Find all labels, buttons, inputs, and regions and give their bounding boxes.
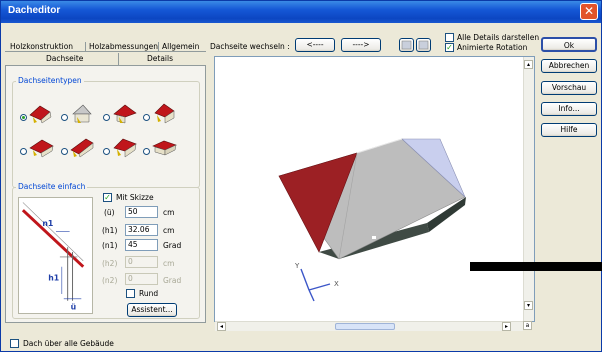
sketch-label-n1: n1 [42,219,53,228]
sketch-label-u: ü [71,303,77,312]
view-toggle-1-icon[interactable] [399,38,414,52]
roof-type-icon-7[interactable] [111,136,139,158]
roof-type-icon-1[interactable] [28,102,56,124]
title-bar[interactable]: Dacheditor ✕ [1,1,601,23]
roof-type-icon-3[interactable] [111,102,139,124]
param-unit-h1: cm [163,226,175,235]
dialog-window: Dacheditor ✕ Holzkonstruktion Holzabmess… [0,0,602,352]
ok-button[interactable]: Ok [541,37,597,52]
round-checkbox[interactable] [126,289,135,298]
view-toggle-2-icon[interactable] [416,38,431,52]
roof-side-title: Dachseite einfach [16,182,88,191]
param-symbol-h1: (h1) [102,226,118,235]
tab-separator [118,53,119,65]
scroll-right-button[interactable]: ▸ [502,322,511,331]
cancel-button[interactable]: Abbrechen [541,59,597,73]
pitch-n2-field[interactable]: 0 [125,273,158,285]
roof-types-title: Dachseitentypen [16,76,84,85]
scroll-down-button[interactable]: ▾ [524,301,533,310]
round-label: Rund [139,289,159,298]
horizontal-scroll-thumb[interactable] [335,323,395,330]
roof-type-radio-6[interactable] [61,148,68,155]
switch-side-label: Dachseite wechseln : [210,42,290,51]
info-button[interactable]: Info... [541,102,597,116]
roof-type-icon-2[interactable] [69,102,97,124]
show-all-details-checkbox[interactable] [445,33,454,42]
animate-rotation-label: Animierte Rotation [457,43,528,52]
roof-type-icon-6[interactable] [69,136,97,158]
scroll-corner-icon[interactable]: a [523,321,532,330]
previous-side-button[interactable]: <---- [295,38,335,52]
tab-row-divider [5,51,206,52]
param-symbol-n2: (n2) [102,276,118,285]
all-buildings-label: Dach über alle Gebäude [23,339,114,348]
roof-type-radio-1[interactable] [20,114,27,121]
roof-type-radio-4[interactable] [143,114,150,121]
overhang-field[interactable]: 50 [125,206,158,218]
close-button[interactable]: ✕ [580,3,598,20]
scroll-up-button[interactable]: ▴ [524,60,533,69]
z-axis-line [308,289,315,302]
roof-3d-viewport[interactable]: Y X [214,56,535,322]
height-h2-field[interactable]: 0 [125,256,158,268]
param-symbol-h2: (h2) [102,259,118,268]
vertical-scrollbar[interactable]: ▴ ▾ [523,57,534,321]
height-h1-field[interactable]: 32.06 [125,224,158,236]
all-buildings-checkbox[interactable] [10,339,19,348]
window-title: Dacheditor [8,5,61,16]
roof-3d-model[interactable]: Y X [215,57,535,322]
show-all-details-label: Alle Details darstellen [457,33,540,42]
axis-label-y: Y [294,262,300,270]
roof-type-radio-7[interactable] [103,148,110,155]
tab-details[interactable]: Details [147,54,173,64]
sketch-label-h1: h1 [48,273,59,282]
with-sketch-label: Mit Skizze [116,193,154,202]
axis-label-x: X [334,280,339,288]
param-symbol-u: (ü) [104,208,115,217]
param-unit-n1: Grad [163,241,182,250]
pitch-n1-field[interactable]: 45 [125,239,158,251]
roof-type-icon-5[interactable] [28,136,56,158]
roof-type-radio-2[interactable] [61,114,68,121]
with-sketch-checkbox[interactable]: ✓ [103,193,112,202]
roof-type-radio-8[interactable] [143,148,150,155]
param-unit-n2: Grad [163,276,182,285]
black-redaction-bar [470,262,602,271]
animate-rotation-checkbox[interactable]: ✓ [445,43,454,52]
scroll-left-button[interactable]: ◂ [217,322,226,331]
y-axis-line [300,268,310,291]
roof-profile-sketch: n1 h1 ü [18,197,93,314]
param-symbol-n1: (n1) [102,241,118,250]
roof-type-radio-5[interactable] [20,148,27,155]
horizontal-scrollbar[interactable]: ◂ ▸ [215,321,523,331]
x-axis-line [308,283,331,291]
param-unit-u: cm [163,208,175,217]
assistant-button[interactable]: Assistent... [127,303,177,317]
footer-bar: Dach über alle Gebäude [1,335,601,351]
tab-separator [85,42,86,52]
tab-dachseite[interactable]: Dachseite [46,54,83,64]
help-button[interactable]: Hilfe [541,123,597,137]
next-side-button[interactable]: ----> [341,38,381,52]
roof-types-group [12,81,200,188]
roof-type-icon-4[interactable] [151,102,179,124]
tab-separator [158,42,159,52]
param-unit-h2: cm [163,259,175,268]
roof-type-radio-3[interactable] [103,114,110,121]
roof-type-icon-8[interactable] [151,136,179,158]
preview-button[interactable]: Vorschau [541,81,597,95]
